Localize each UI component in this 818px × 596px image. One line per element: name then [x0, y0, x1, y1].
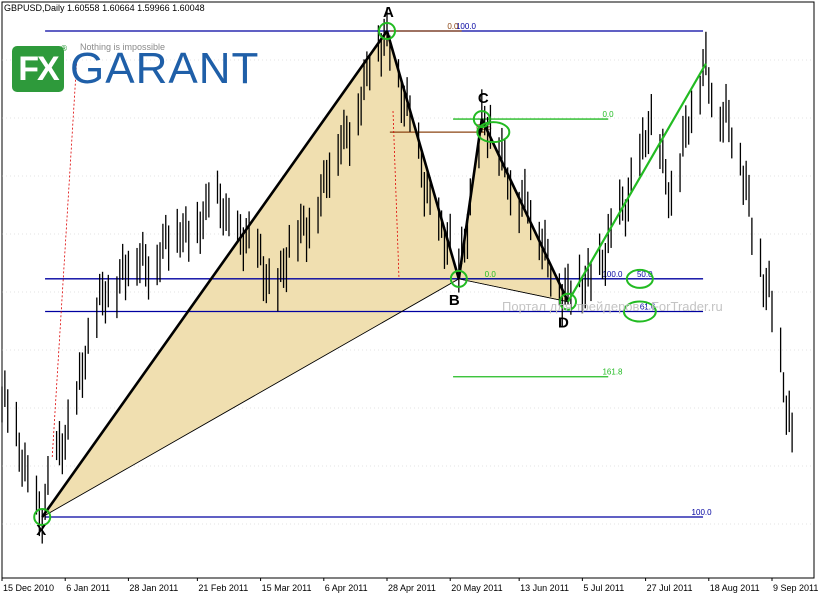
point-d-label: D: [558, 315, 569, 332]
fib-level-label: 0.0: [602, 110, 614, 119]
point-a-label: A: [383, 4, 394, 21]
symbol-name: GBPUSD,Daily: [4, 3, 65, 13]
fib-level-label: 0.0: [485, 270, 497, 279]
x-tick-label: 28 Apr 2011: [388, 583, 436, 593]
x-tick-label: 9 Sep 2011: [773, 583, 818, 593]
logo-registered-mark: ®: [60, 44, 68, 53]
x-tick-label: 20 May 2011: [451, 583, 502, 593]
x-tick-label: 5 Jul 2011: [583, 583, 624, 593]
fib-level-label: 100.0: [692, 508, 713, 517]
symbol-header: GBPUSD,Daily 1.60558 1.60664 1.59966 1.6…: [4, 3, 205, 13]
ohlc-quote: 1.60558 1.60664 1.59966 1.60048: [67, 3, 205, 13]
x-tick-label: 18 Aug 2011: [710, 583, 760, 593]
point-x-label: X: [36, 522, 46, 539]
logo-brand-name: GARANT: [70, 44, 260, 93]
chart-window: 100.0 0.0 61.8 0.0 0.0 100.0 50.0 61.6 161.8 100.…: [0, 0, 818, 596]
fib-level-label: 0.0: [447, 22, 459, 31]
x-tick-label: 15 Dec 2010: [3, 583, 54, 593]
point-b-label: B: [449, 292, 460, 309]
x-tick-label: 27 Jul 2011: [647, 583, 693, 593]
x-tick-label: 28 Jan 2011: [129, 583, 178, 593]
logo-slogan: Nothing is impossible: [80, 42, 166, 52]
x-tick-label: 6 Apr 2011: [325, 583, 368, 593]
logo-fx-mark: FX: [12, 46, 64, 92]
point-c-label: C: [478, 90, 489, 107]
fxgarant-logo: FX GARANT: [12, 46, 259, 92]
watermark: Портал для трейдеров - ForTrader.ru: [502, 299, 723, 314]
x-tick-label: 15 Mar 2011: [262, 583, 312, 593]
x-axis: 15 Dec 2010 6 Jan 2011 28 Jan 2011 21 Feb 2…: [1, 578, 818, 593]
fib-level-label: 100.0: [456, 22, 477, 31]
x-tick-label: 13 Jun 2011: [520, 583, 569, 593]
x-tick-label: 6 Jan 2011: [66, 583, 110, 593]
x-tick-label: 21 Feb 2011: [198, 583, 248, 593]
fib-level-label: 161.8: [602, 368, 623, 377]
